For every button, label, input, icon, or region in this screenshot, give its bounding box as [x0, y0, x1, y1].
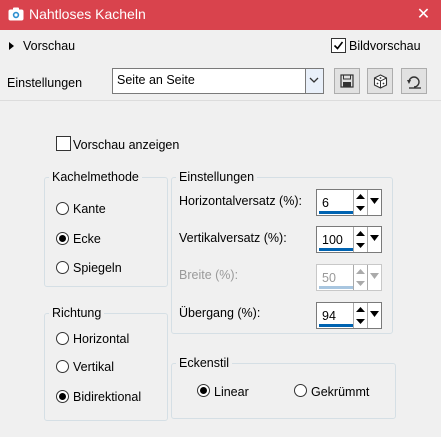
tile-method-ecke-radio[interactable]	[56, 232, 69, 245]
direction-bidirectional-radio[interactable]	[56, 390, 69, 403]
preset-dropdown[interactable]: Seite an Seite	[112, 68, 324, 94]
tile-method-kante-radio[interactable]	[56, 202, 69, 215]
show-preview-checkbox[interactable]	[56, 136, 71, 151]
horizontal-offset-value: 6	[322, 196, 329, 210]
horizontal-offset-spinner[interactable]: 6	[316, 189, 382, 216]
randomize-button[interactable]	[367, 68, 393, 94]
slider-dropdown	[367, 265, 381, 290]
radio-selected-dot	[200, 387, 207, 394]
preview-label[interactable]: Vorschau	[23, 39, 75, 53]
corner-style-option: Gekrümmt	[311, 385, 370, 399]
spin-up-down-icon	[356, 307, 365, 324]
close-icon: ✕	[416, 6, 431, 23]
title-bar: Nahtloses Kacheln ✕	[0, 0, 441, 30]
corner-curved-radio[interactable]	[294, 384, 307, 397]
direction-vertical-radio[interactable]	[56, 360, 69, 373]
slider-dropdown[interactable]	[367, 303, 381, 328]
value-bar	[319, 324, 354, 327]
direction-option: Horizontal	[73, 332, 130, 346]
transition-value: 94	[322, 309, 336, 323]
chevron-down-icon	[309, 77, 319, 83]
settings-label: Einstellungen	[7, 76, 83, 90]
direction-option: Bidirektional	[73, 390, 142, 404]
slider-dropdown[interactable]	[367, 227, 381, 252]
checkmark-icon	[333, 41, 344, 50]
spin-up-down-icon	[356, 231, 365, 248]
slider-icon	[370, 198, 379, 204]
vertical-offset-label: Vertikalversatz (%):	[179, 231, 287, 245]
vertical-offset-spinner[interactable]: 100	[316, 226, 382, 253]
transition-label: Übergang (%):	[179, 306, 261, 320]
reset-icon	[407, 76, 421, 89]
width-spinner: 50	[316, 264, 382, 291]
width-label: Breite (%):	[179, 268, 239, 282]
spin-up-down-icon	[356, 269, 365, 286]
width-value: 50	[322, 271, 336, 285]
value-bar	[319, 286, 354, 289]
radio-selected-dot	[59, 393, 66, 400]
direction-option: Vertikal	[73, 360, 114, 374]
spin-arrows[interactable]	[353, 190, 367, 215]
tile-method-option: Spiegeln	[73, 261, 122, 275]
app-icon	[8, 7, 24, 21]
corner-style-option: Linear	[214, 385, 249, 399]
image-preview-label: Bildvorschau	[349, 39, 421, 53]
image-preview-checkbox[interactable]	[331, 38, 346, 53]
direction-horizontal-radio[interactable]	[56, 332, 69, 345]
window-title: Nahtloses Kacheln	[29, 6, 146, 22]
horizontal-offset-label: Horizontalversatz (%):	[179, 194, 302, 208]
value-bar	[319, 248, 354, 251]
spin-up-down-icon	[356, 194, 365, 211]
close-button[interactable]: ✕	[406, 1, 441, 29]
slider-dropdown[interactable]	[367, 190, 381, 215]
tile-method-option: Kante	[73, 202, 106, 216]
corner-style-label: Eckenstil	[176, 356, 233, 370]
preset-value: Seite an Seite	[117, 73, 195, 87]
expand-preview-icon[interactable]	[9, 42, 14, 50]
slider-icon	[370, 273, 379, 279]
dice-icon	[373, 74, 388, 89]
tile-method-spiegeln-radio[interactable]	[56, 261, 69, 274]
slider-icon	[370, 235, 379, 241]
tile-method-label: Kachelmethode	[49, 170, 142, 184]
spin-arrows[interactable]	[353, 227, 367, 252]
radio-selected-dot	[59, 235, 66, 242]
tile-method-option: Ecke	[73, 232, 101, 246]
value-bar	[319, 211, 354, 214]
params-label: Einstellungen	[176, 170, 258, 184]
corner-linear-radio[interactable]	[197, 384, 210, 397]
save-preset-button[interactable]	[334, 68, 360, 94]
reset-button[interactable]	[401, 68, 427, 94]
spin-arrows[interactable]	[353, 303, 367, 328]
transition-spinner[interactable]: 94	[316, 302, 382, 329]
vertical-offset-value: 100	[322, 233, 343, 247]
slider-icon	[370, 311, 379, 317]
spin-arrows	[353, 265, 367, 290]
dropdown-button[interactable]	[305, 69, 323, 93]
save-icon	[340, 74, 354, 88]
direction-label: Richtung	[49, 306, 105, 320]
show-preview-label: Vorschau anzeigen	[73, 138, 180, 152]
